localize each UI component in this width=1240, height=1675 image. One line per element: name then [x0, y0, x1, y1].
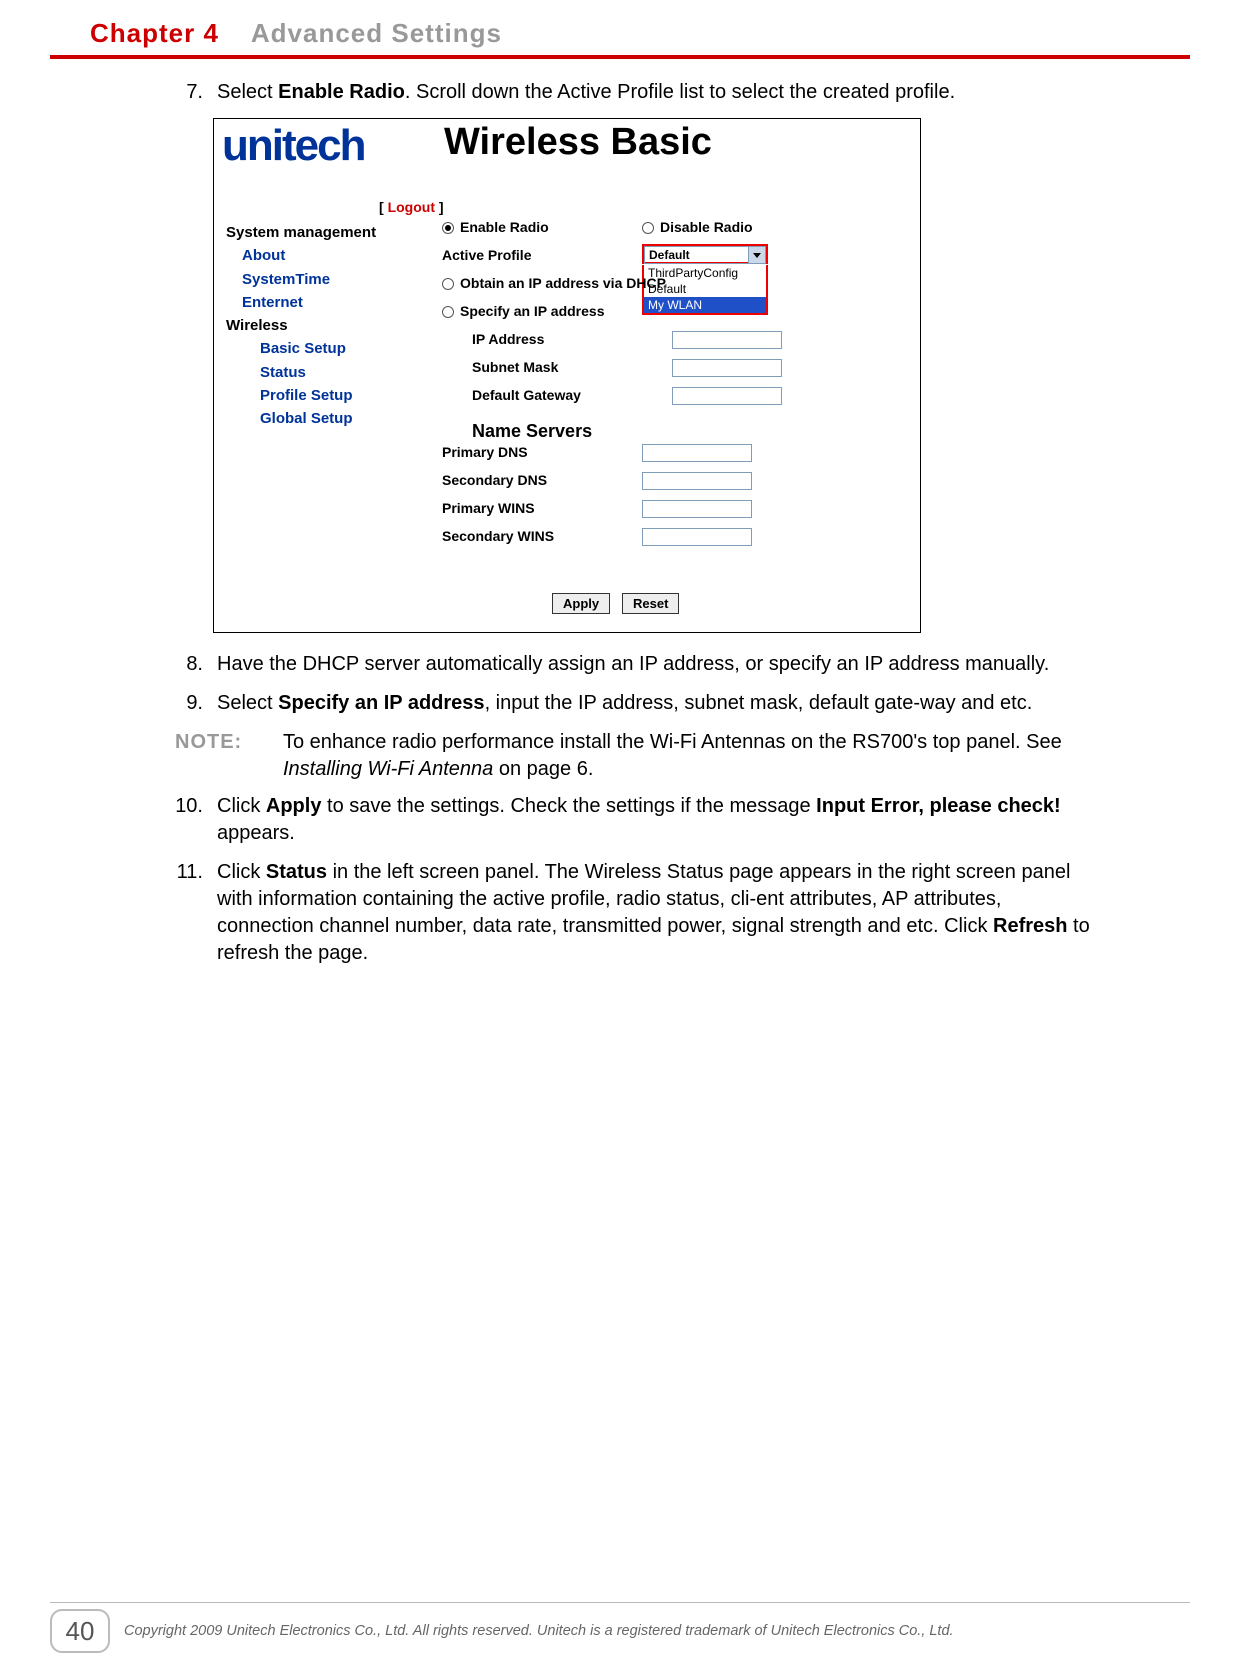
step-10: 10. Click Apply to save the settings. Ch… [175, 793, 1090, 847]
menu-wireless: Wireless [226, 314, 416, 337]
step-number: 10. [175, 793, 217, 847]
active-profile-label: Active Profile [442, 247, 531, 263]
menu-system-management: System management [226, 221, 416, 244]
step-9: 9. Select Specify an IP address, input t… [175, 690, 1090, 717]
page-content: 7. Select Enable Radio. Scroll down the … [0, 59, 1240, 967]
menu-about[interactable]: About [242, 244, 416, 267]
step-body: Select Specify an IP address, input the … [217, 690, 1090, 717]
side-menu: System management About SystemTime Enter… [226, 221, 416, 430]
chapter-header: Chapter 4 Advanced Settings [0, 0, 1240, 55]
subnet-mask-label: Subnet Mask [472, 359, 558, 375]
step-body: Click Apply to save the settings. Check … [217, 793, 1090, 847]
chapter-title: Advanced Settings [251, 18, 502, 48]
subnet-mask-input[interactable] [672, 359, 782, 377]
reset-button[interactable]: Reset [622, 593, 679, 614]
page-footer: 40 Copyright 2009 Unitech Electronics Co… [0, 1602, 1240, 1675]
menu-basic-setup[interactable]: Basic Setup [260, 337, 416, 360]
brand-logo: unitech [222, 121, 452, 185]
secondary-wins-label: Secondary WINS [442, 528, 554, 544]
radio-obtain-dhcp[interactable] [442, 278, 454, 290]
primary-dns-input[interactable] [642, 444, 752, 462]
panel-title: Wireless Basic [444, 121, 712, 164]
step-body: Have the DHCP server automatically assig… [217, 651, 1090, 678]
secondary-wins-input[interactable] [642, 528, 752, 546]
menu-status[interactable]: Status [260, 361, 416, 384]
step-number: 9. [175, 690, 217, 717]
name-servers-heading: Name Servers [472, 415, 912, 444]
primary-wins-label: Primary WINS [442, 500, 535, 516]
page-number: 40 [50, 1609, 110, 1653]
step-11: 11. Click Status in the left screen pane… [175, 859, 1090, 967]
note-block: NOTE: To enhance radio performance insta… [175, 729, 1090, 783]
step-body: Select Enable Radio. Scroll down the Act… [217, 79, 1090, 106]
ip-address-input[interactable] [672, 331, 782, 349]
secondary-dns-input[interactable] [642, 472, 752, 490]
menu-global-setup[interactable]: Global Setup [260, 407, 416, 430]
step-8: 8. Have the DHCP server automatically as… [175, 651, 1090, 678]
default-gateway-label: Default Gateway [472, 387, 581, 403]
secondary-dns-label: Secondary DNS [442, 472, 547, 488]
logout-link[interactable]: [ Logout ] [379, 199, 444, 215]
wireless-basic-screenshot: unitech Wireless Basic [ Logout ] System… [213, 118, 921, 633]
step-number: 8. [175, 651, 217, 678]
step-number: 7. [175, 79, 217, 106]
primary-dns-label: Primary DNS [442, 444, 528, 460]
menu-systemtime[interactable]: SystemTime [242, 268, 416, 291]
menu-profile-setup[interactable]: Profile Setup [260, 384, 416, 407]
radio-disable[interactable] [642, 222, 654, 234]
radio-specify-ip[interactable] [442, 306, 454, 318]
note-label: NOTE: [175, 729, 283, 783]
radio-enable[interactable] [442, 222, 454, 234]
copyright-text: Copyright 2009 Unitech Electronics Co., … [124, 1623, 1190, 1639]
active-profile-select[interactable]: Default [642, 244, 768, 264]
step-number: 11. [175, 859, 217, 967]
footer-divider [50, 1602, 1190, 1603]
chapter-number: Chapter 4 [90, 18, 219, 48]
menu-enternet[interactable]: Enternet [242, 291, 416, 314]
ip-address-label: IP Address [472, 331, 544, 347]
apply-button[interactable]: Apply [552, 593, 610, 614]
form-area: Enable Radio Disable Radio Active Profil… [442, 219, 912, 556]
primary-wins-input[interactable] [642, 500, 752, 518]
note-body: To enhance radio performance install the… [283, 729, 1090, 783]
step-7: 7. Select Enable Radio. Scroll down the … [175, 79, 1090, 106]
step-body: Click Status in the left screen panel. T… [217, 859, 1090, 967]
default-gateway-input[interactable] [672, 387, 782, 405]
